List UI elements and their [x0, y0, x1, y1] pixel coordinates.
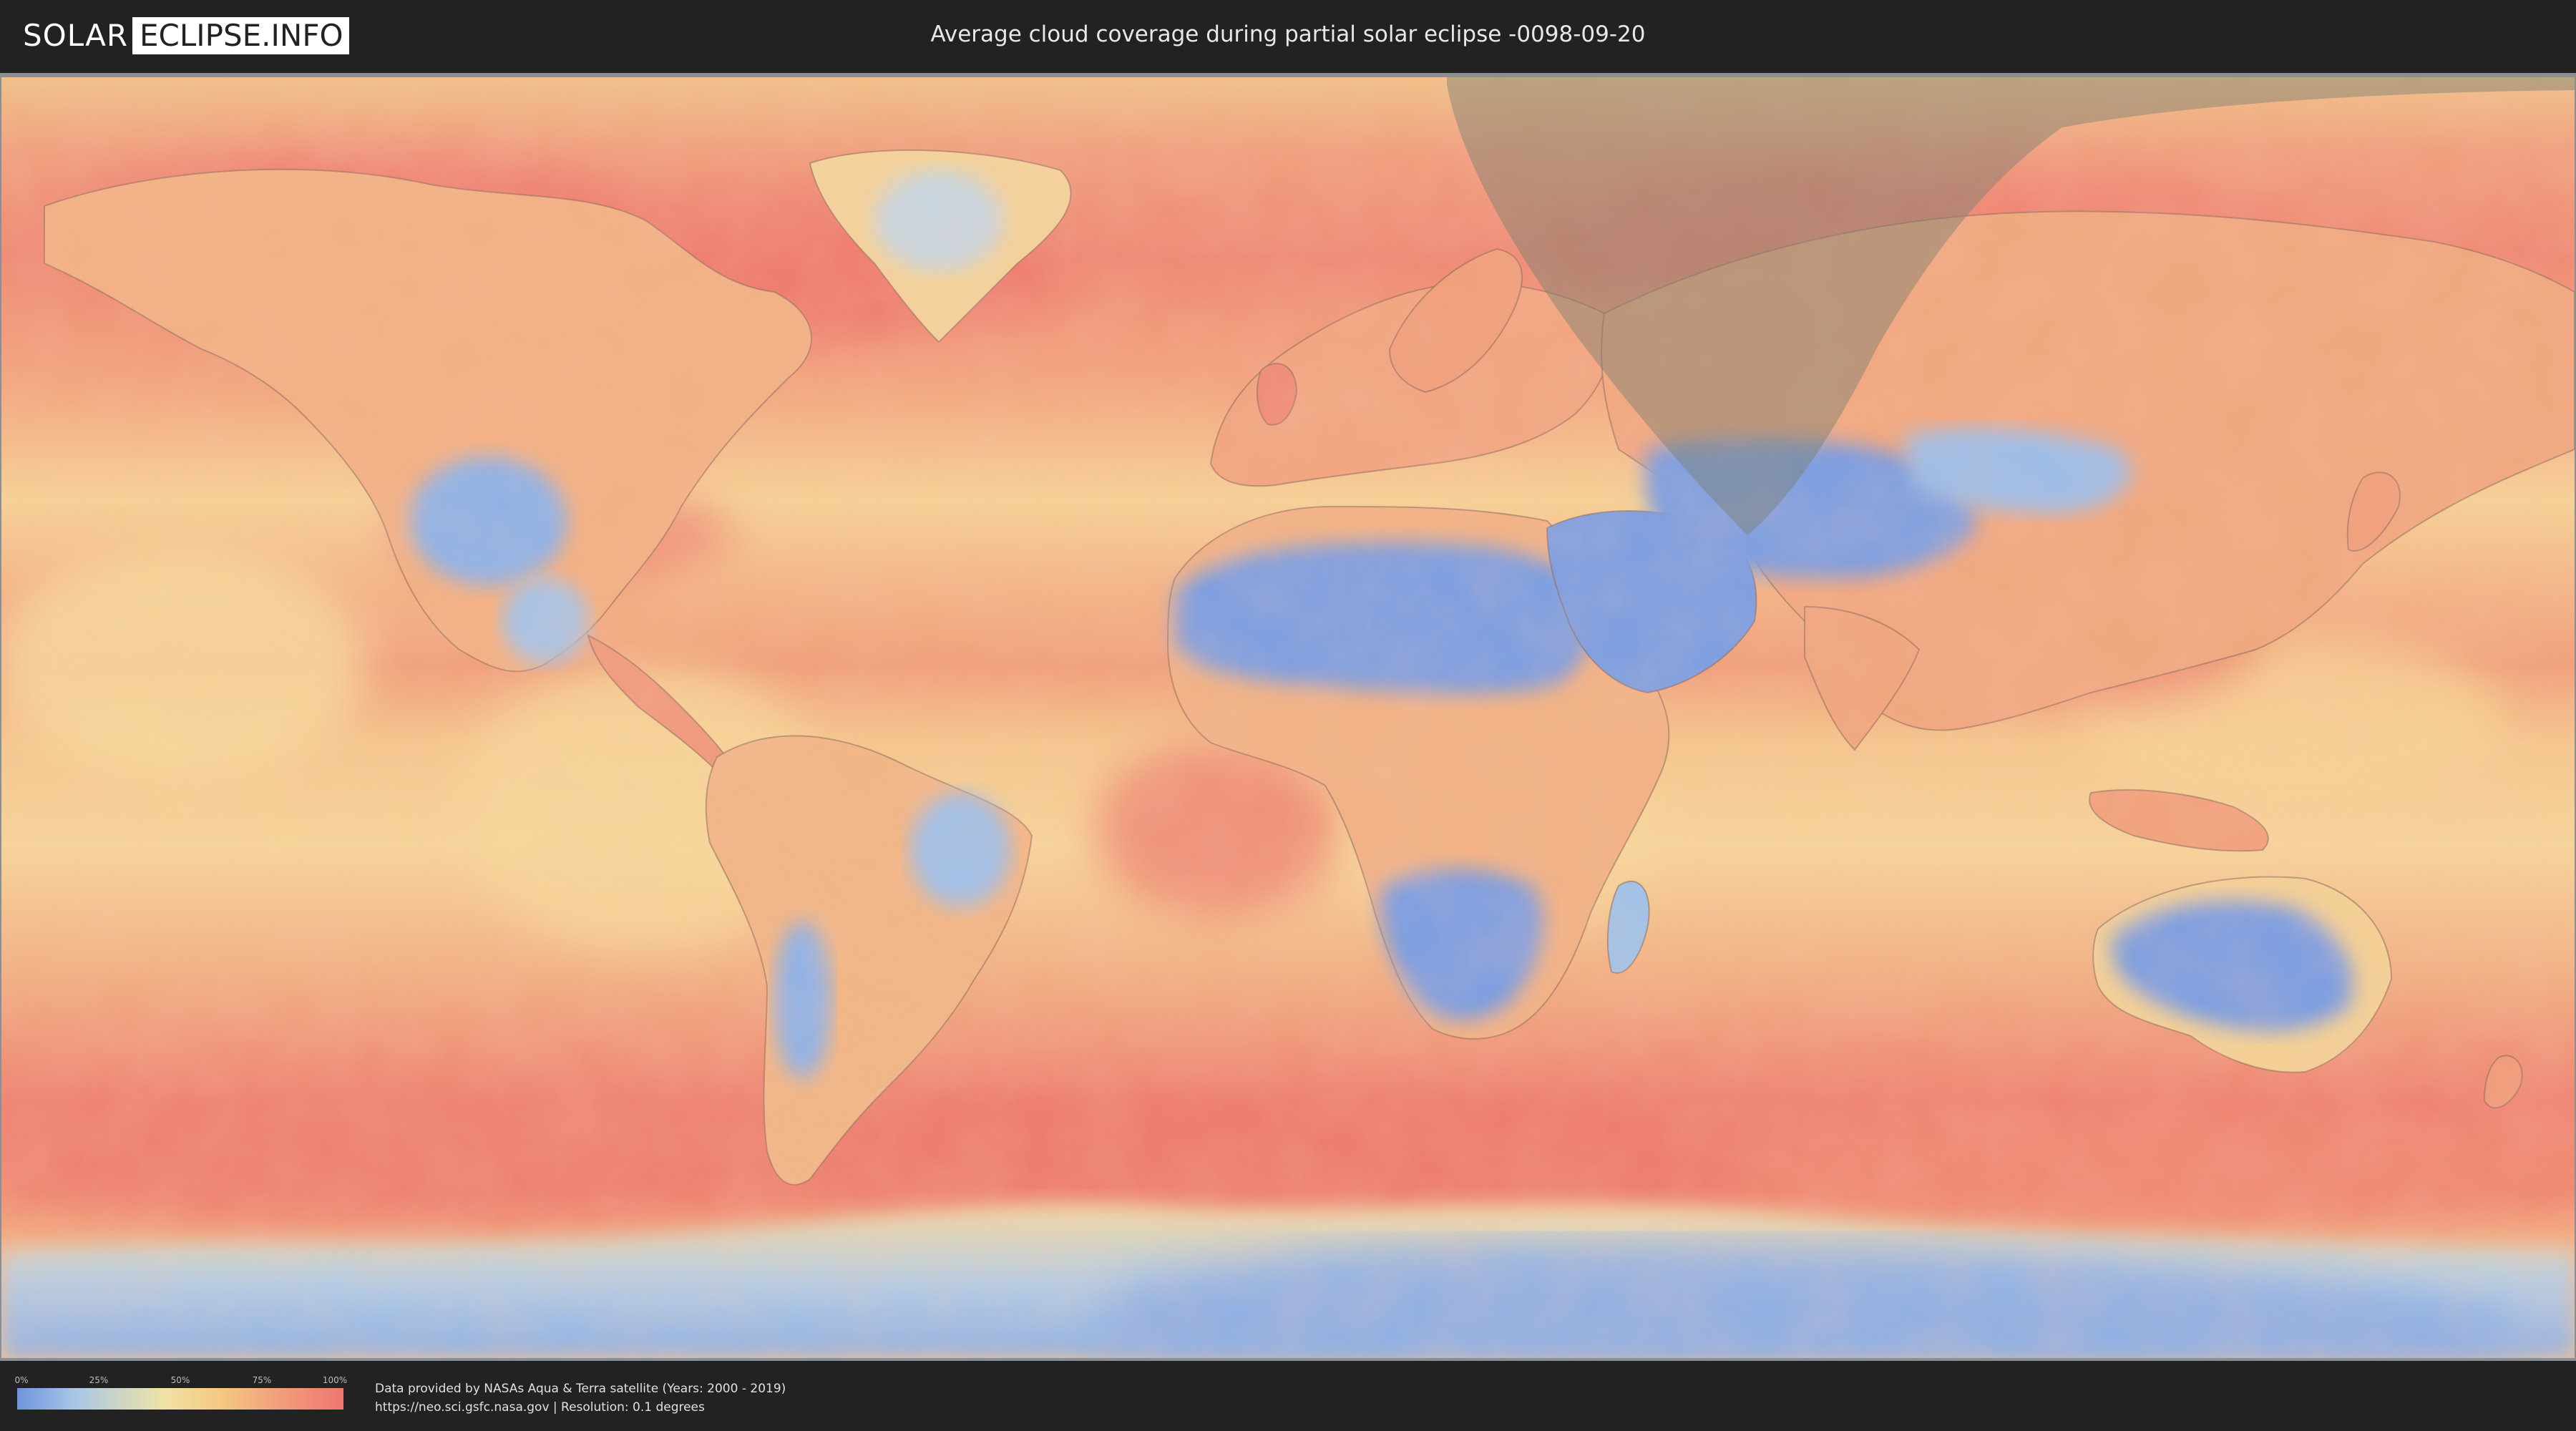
map-frame	[0, 73, 2576, 1361]
cloud-coverage-map[interactable]	[1, 77, 2575, 1358]
cloud-texture	[1, 77, 2575, 1358]
legend-tick-100: 100%	[322, 1375, 348, 1385]
legend-tick-75: 75%	[252, 1375, 272, 1385]
credits-line-url[interactable]: https://neo.sci.gsfc.nasa.gov | Resoluti…	[375, 1398, 786, 1417]
legend-tick-0: 0%	[14, 1375, 29, 1385]
app-root: SOLAR ECLIPSE.INFO Average cloud coverag…	[0, 0, 2576, 1431]
cloud-coverage-legend: 0% 25% 50% 75% 100%	[14, 1375, 347, 1417]
credits-line-source: Data provided by NASAs Aqua & Terra sate…	[375, 1382, 786, 1396]
legend-tick-25: 25%	[89, 1375, 109, 1385]
footer-bar: 0% 25% 50% 75% 100% Data provided by NAS…	[0, 1361, 2576, 1431]
legend-ticks: 0% 25% 50% 75% 100%	[14, 1375, 347, 1387]
page-title: Average cloud coverage during partial so…	[930, 21, 1646, 47]
legend-color-bar	[17, 1388, 343, 1410]
data-credits: Data provided by NASAs Aqua & Terra sate…	[375, 1379, 786, 1417]
legend-tick-50: 50%	[170, 1375, 190, 1385]
header-bar: SOLAR ECLIPSE.INFO Average cloud coverag…	[0, 0, 2576, 73]
